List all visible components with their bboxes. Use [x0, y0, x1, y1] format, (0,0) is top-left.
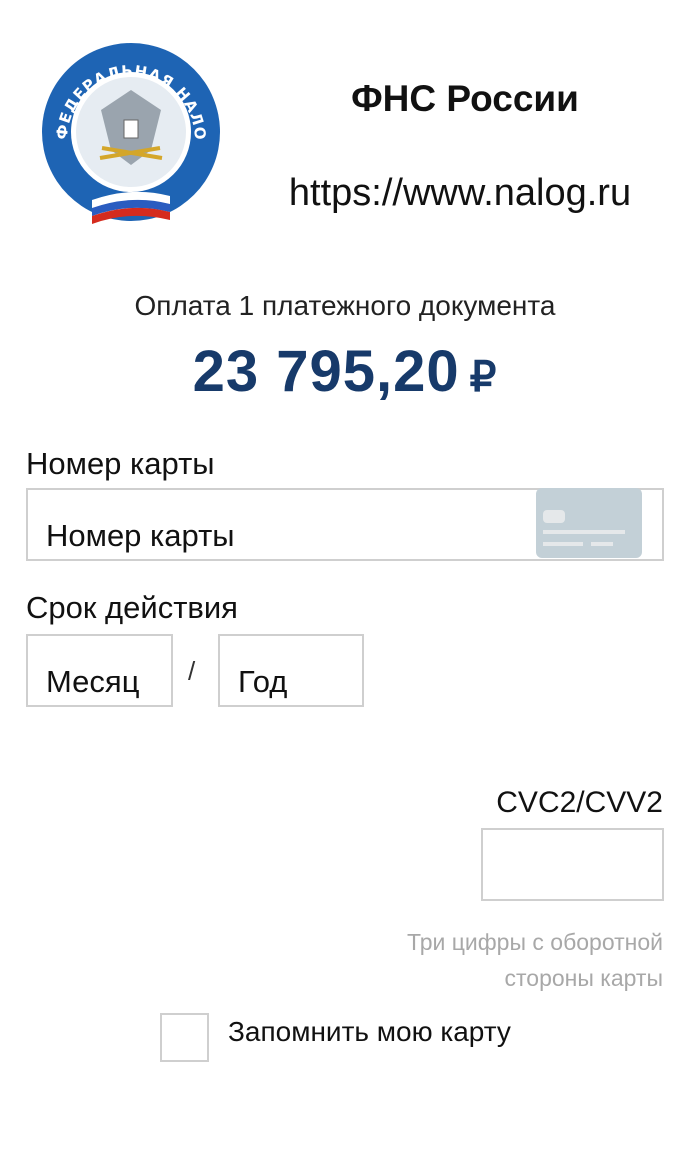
- expiry-label: Срок действия: [26, 590, 238, 625]
- cvc-label: CVC2/CVV2: [496, 786, 663, 819]
- card-number-label: Номер карты: [26, 446, 215, 481]
- remember-card-checkbox[interactable]: [160, 1013, 209, 1062]
- year-placeholder: Год: [238, 664, 288, 699]
- bank-card-icon: [536, 488, 642, 558]
- expiry-year-input[interactable]: Год: [218, 634, 364, 707]
- expiry-separator: /: [188, 656, 196, 686]
- month-placeholder: Месяц: [46, 664, 140, 699]
- amount-value: 23 795,20: [192, 339, 460, 404]
- ruble-icon: ₽: [469, 353, 498, 400]
- site-url: https://www.nalog.ru: [288, 172, 632, 214]
- card-number-placeholder: Номер карты: [46, 518, 235, 553]
- cvc-hint: Три цифры с оборотной стороны карты: [406, 929, 663, 991]
- payment-amount: 23 795,20 ₽: [0, 338, 690, 405]
- fns-logo: ФЕДЕРАЛЬНАЯ НАЛОГОВАЯ СЛУЖБА: [40, 40, 220, 224]
- payment-description: Оплата 1 платежного документа: [134, 290, 556, 321]
- expiry-month-input[interactable]: Месяц: [26, 634, 173, 707]
- page-title: ФНС России: [351, 78, 579, 119]
- cvc-input[interactable]: [481, 828, 664, 901]
- remember-card-label[interactable]: Запомнить мою карту: [228, 1016, 511, 1048]
